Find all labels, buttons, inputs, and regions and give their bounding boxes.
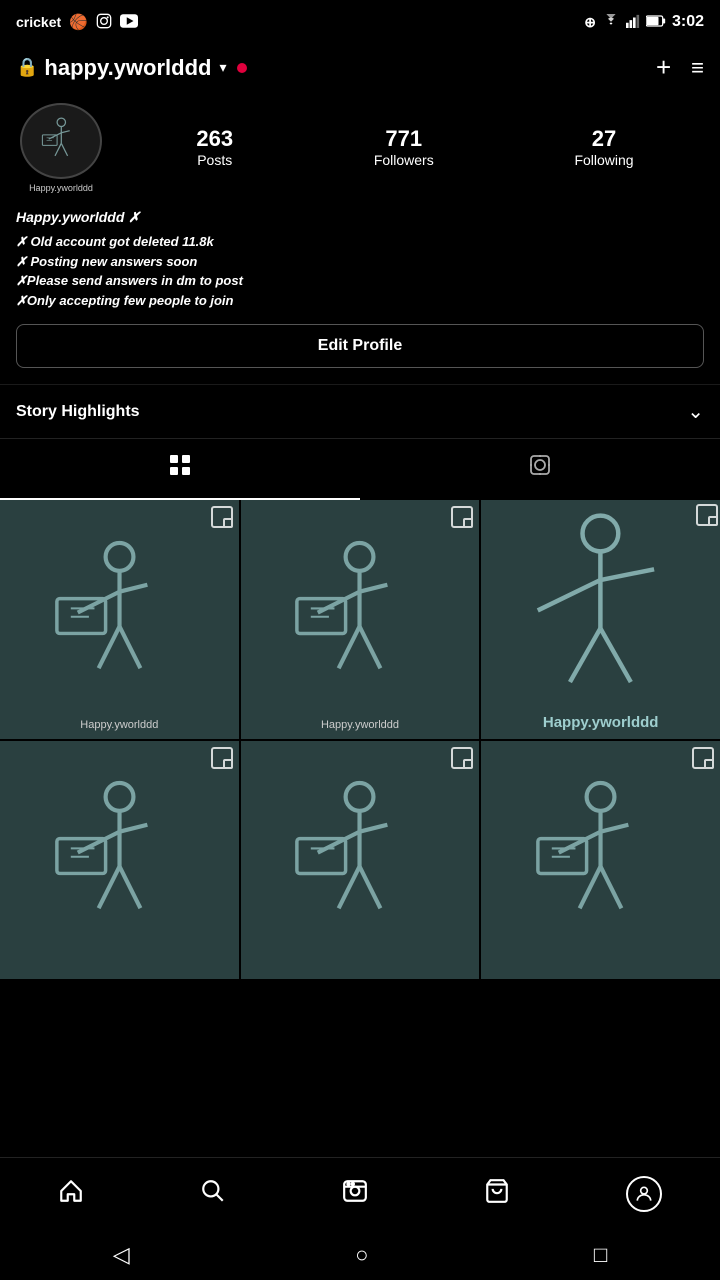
- lock-icon: 🔒: [16, 57, 38, 78]
- status-bar: cricket 🏀 ⊕: [0, 0, 720, 44]
- status-right: ⊕ 3:02: [584, 13, 704, 31]
- chevron-down-icon[interactable]: ⌄: [687, 399, 704, 424]
- bio: Happy.yworlddd ✗ ✗ Old account got delet…: [16, 207, 704, 310]
- profile-info: Happy.yworlddd 263 Posts 771 Followers 2…: [16, 103, 704, 193]
- bio-line-4: ✗Only accepting few people to join: [16, 291, 704, 311]
- multi-icon: [692, 747, 714, 769]
- recent-button[interactable]: □: [594, 1242, 607, 1268]
- menu-button[interactable]: ≡: [691, 55, 704, 81]
- circle-plus-icon: ⊕: [584, 14, 596, 31]
- time-label: 3:02: [672, 13, 704, 31]
- tabs: [0, 438, 720, 500]
- following-label: Following: [574, 152, 633, 168]
- grid-item-label-large: Happy.yworlddd: [481, 714, 720, 731]
- following-count: 27: [574, 126, 633, 152]
- posts-label: Posts: [197, 152, 232, 168]
- multi-icon: [451, 747, 473, 769]
- tagged-tab[interactable]: [360, 439, 720, 500]
- bio-name: Happy.yworlddd ✗: [16, 207, 704, 228]
- stats: 263 Posts 771 Followers 27 Following: [126, 126, 704, 170]
- grid-icon: [168, 453, 192, 484]
- nav-profile[interactable]: [606, 1168, 682, 1220]
- search-icon: [200, 1178, 226, 1211]
- profile-icon: [626, 1176, 662, 1212]
- avatar-label: Happy.yworlddd: [29, 183, 93, 193]
- header-right: + ≡: [656, 52, 704, 83]
- grid-item[interactable]: [0, 741, 239, 980]
- nba-icon: 🏀: [69, 13, 88, 31]
- reels-icon: [342, 1178, 368, 1211]
- nav-reels[interactable]: [322, 1170, 388, 1219]
- home-button[interactable]: ○: [355, 1242, 368, 1268]
- grid-item[interactable]: [481, 741, 720, 980]
- status-left: cricket 🏀: [16, 13, 138, 32]
- bio-line-3: ✗Please send answers in dm to post: [16, 271, 704, 291]
- wifi-icon: [602, 14, 620, 31]
- signal-icon: [626, 14, 640, 31]
- nav-search[interactable]: [180, 1170, 246, 1219]
- grid-item[interactable]: Happy.yworlddd: [241, 500, 480, 739]
- grid-item[interactable]: Happy.yworlddd: [481, 500, 720, 739]
- multi-icon: [211, 747, 233, 769]
- followers-count: 771: [374, 126, 434, 152]
- nav-shop[interactable]: [464, 1170, 530, 1219]
- grid-item[interactable]: [241, 741, 480, 980]
- story-highlights[interactable]: Story Highlights ⌄: [0, 384, 720, 438]
- back-button[interactable]: ◁: [113, 1242, 130, 1268]
- posts-stat[interactable]: 263 Posts: [196, 126, 233, 170]
- grid-item-label: Happy.yworlddd: [241, 719, 480, 731]
- bio-line-1: ✗ Old account got deleted 11.8k: [16, 232, 704, 252]
- story-highlights-label: Story Highlights: [16, 403, 140, 421]
- avatar-container[interactable]: Happy.yworlddd: [16, 103, 106, 193]
- grid-tab[interactable]: [0, 439, 360, 500]
- bottom-nav: [0, 1157, 720, 1230]
- multi-icon: [451, 506, 473, 528]
- carrier-label: cricket: [16, 14, 61, 30]
- system-nav: ◁ ○ □: [0, 1230, 720, 1280]
- profile-section: Happy.yworlddd 263 Posts 771 Followers 2…: [0, 95, 720, 384]
- notification-dot: [237, 63, 247, 73]
- username-label[interactable]: happy.yworlddd: [44, 55, 211, 81]
- bio-line-2: ✗ Posting new answers soon: [16, 252, 704, 272]
- home-icon: [58, 1178, 84, 1211]
- shop-icon: [484, 1178, 510, 1211]
- multi-icon: [696, 504, 718, 526]
- following-stat[interactable]: 27 Following: [574, 126, 633, 170]
- posts-grid: Happy.yworlddd Happy.yworlddd Happy.y: [0, 500, 720, 979]
- avatar: [20, 103, 102, 179]
- edit-profile-button[interactable]: Edit Profile: [16, 324, 704, 368]
- posts-count: 263: [196, 126, 233, 152]
- nav-home[interactable]: [38, 1170, 104, 1219]
- grid-item[interactable]: Happy.yworlddd: [0, 500, 239, 739]
- followers-label: Followers: [374, 152, 434, 168]
- tag-icon: [528, 453, 552, 484]
- header-left: 🔒 happy.yworlddd ▾: [16, 55, 247, 81]
- add-button[interactable]: +: [656, 52, 671, 83]
- followers-stat[interactable]: 771 Followers: [374, 126, 434, 170]
- header: 🔒 happy.yworlddd ▾ + ≡: [0, 44, 720, 95]
- multi-icon: [211, 506, 233, 528]
- battery-icon: [646, 14, 666, 30]
- instagram-status-icon: [96, 13, 112, 32]
- grid-item-label: Happy.yworlddd: [0, 719, 239, 731]
- dropdown-arrow-icon[interactable]: ▾: [219, 59, 226, 76]
- youtube-status-icon: [120, 14, 138, 31]
